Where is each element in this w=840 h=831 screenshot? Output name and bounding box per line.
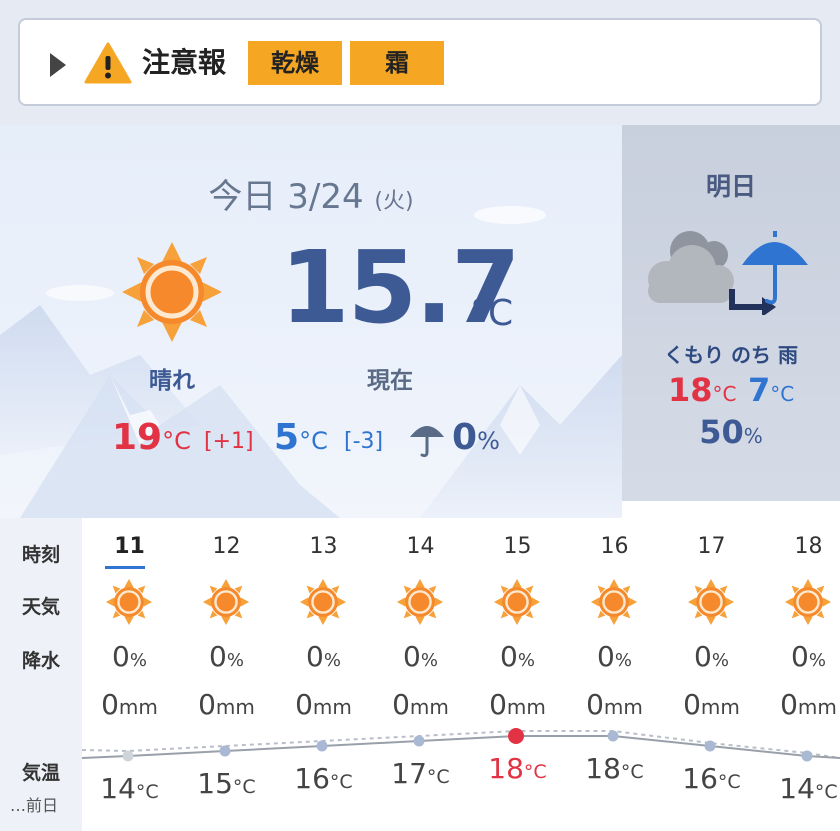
today-high: 19°C bbox=[112, 417, 191, 458]
cloudy-then-rain-icon bbox=[648, 231, 808, 315]
sun-icon bbox=[299, 578, 347, 626]
today-low-diff: [-3] bbox=[344, 429, 384, 454]
sun-icon bbox=[590, 578, 638, 626]
precip-amount: 0mm bbox=[198, 688, 255, 721]
precip-chance: 0% bbox=[209, 640, 244, 673]
hour-label: 17 bbox=[697, 534, 726, 559]
today-weather-label: 晴れ bbox=[149, 368, 195, 394]
tomorrow-title: 明日 bbox=[705, 172, 756, 201]
warning-icon bbox=[84, 42, 132, 84]
alert-badge-dry[interactable]: 乾燥 bbox=[248, 41, 342, 85]
precip-row-label: 降水 bbox=[21, 650, 60, 672]
today-low: 5°C bbox=[274, 417, 328, 458]
precip-chance: 0% bbox=[403, 640, 438, 673]
hourly-row-labels: 時刻 天気 降水 気温 …前日 bbox=[0, 518, 82, 831]
hour-column: 15 0% 0mm 18°C bbox=[469, 518, 566, 831]
precip-amount: 0mm bbox=[780, 688, 837, 721]
alert-banner[interactable]: 注意報 乾燥 霜 bbox=[18, 18, 822, 106]
sun-icon bbox=[687, 578, 735, 626]
hour-temperature: 18°C bbox=[585, 752, 644, 785]
tomorrow-low: 7°C bbox=[748, 371, 795, 409]
precip-chance: 0% bbox=[694, 640, 729, 673]
prev-day-legend: …前日 bbox=[10, 796, 59, 815]
hour-label: 13 bbox=[309, 534, 338, 559]
hour-column: 13 0% 0mm 16°C bbox=[275, 518, 372, 831]
hour-column: 18 0% 0mm 14°C bbox=[760, 518, 840, 831]
hour-temperature: 18°C bbox=[488, 752, 547, 785]
hour-label: 14 bbox=[406, 534, 435, 559]
hour-temperature: 16°C bbox=[294, 762, 353, 795]
umbrella-icon bbox=[410, 426, 444, 458]
precip-amount: 0mm bbox=[392, 688, 449, 721]
sun-icon bbox=[784, 578, 832, 626]
now-label: 現在 bbox=[367, 368, 413, 394]
hour-column: 11 0% 0mm 14°C bbox=[81, 518, 178, 831]
hour-temperature: 14°C bbox=[779, 772, 838, 805]
tomorrow-panel[interactable]: 明日 くもり のち 雨 18°C 7°C 50% bbox=[622, 125, 840, 501]
precip-amount: 0mm bbox=[683, 688, 740, 721]
weather-row-label: 天気 bbox=[21, 596, 60, 618]
precip-amount: 0mm bbox=[586, 688, 643, 721]
sun-icon bbox=[396, 578, 444, 626]
alert-section: 注意報 乾燥 霜 bbox=[0, 0, 840, 125]
today-day-of-week: (火) bbox=[374, 189, 414, 214]
today-date: 今日 3/24 (火) bbox=[0, 169, 622, 218]
today-high-diff: [+1] bbox=[204, 429, 254, 454]
time-row-label: 時刻 bbox=[21, 544, 60, 566]
sun-icon bbox=[493, 578, 541, 626]
hour-temperature: 17°C bbox=[391, 757, 450, 790]
hour-temperature: 16°C bbox=[682, 762, 741, 795]
sun-icon bbox=[105, 578, 153, 626]
hour-column: 17 0% 0mm 16°C bbox=[663, 518, 760, 831]
precip-chance: 0% bbox=[112, 640, 147, 673]
hour-label: 12 bbox=[212, 534, 241, 559]
precip-chance: 0% bbox=[306, 640, 341, 673]
sun-icon bbox=[202, 578, 250, 626]
precip-amount: 0mm bbox=[489, 688, 546, 721]
tomorrow-rain-chance: 50% bbox=[699, 413, 763, 451]
today-date-label: 今日 3/24 bbox=[208, 177, 364, 217]
hour-label: 15 bbox=[503, 534, 532, 559]
hour-label: 18 bbox=[794, 534, 823, 559]
tomorrow-high: 18°C bbox=[668, 371, 737, 409]
today-panel: 今日 3/24 (火) 晴れ 15.7 °C 現在 19°C [+1] 5°C … bbox=[0, 125, 622, 518]
hour-temperature: 15°C bbox=[197, 767, 256, 800]
alert-title: 注意報 bbox=[142, 46, 227, 79]
current-hour-indicator bbox=[105, 566, 145, 569]
hour-label: 16 bbox=[600, 534, 629, 559]
expand-arrow-icon[interactable] bbox=[50, 53, 66, 77]
hour-column: 14 0% 0mm 17°C bbox=[372, 518, 469, 831]
precip-chance: 0% bbox=[500, 640, 535, 673]
tomorrow-weather-label: くもり のち 雨 bbox=[664, 343, 798, 367]
precip-chance: 0% bbox=[597, 640, 632, 673]
today-rain-chance: 0% bbox=[452, 417, 500, 458]
precip-amount: 0mm bbox=[295, 688, 352, 721]
hour-column: 12 0% 0mm 15°C bbox=[178, 518, 275, 831]
hour-temperature: 14°C bbox=[100, 772, 159, 805]
alert-badge-frost[interactable]: 霜 bbox=[350, 41, 444, 85]
precip-amount: 0mm bbox=[101, 688, 158, 721]
temp-row-label: 気温 bbox=[21, 762, 60, 784]
current-temperature-unit: °C bbox=[470, 293, 514, 334]
precip-chance: 0% bbox=[791, 640, 826, 673]
hourly-forecast[interactable]: 11 0% 0mm 14°C 12 0% 0mm 15°C 13 0% 0mm 16°C 14 0% 0mm… bbox=[82, 518, 840, 831]
sun-icon bbox=[122, 242, 222, 342]
hour-label: 11 bbox=[114, 534, 145, 559]
hour-column: 16 0% 0mm 18°C bbox=[566, 518, 663, 831]
